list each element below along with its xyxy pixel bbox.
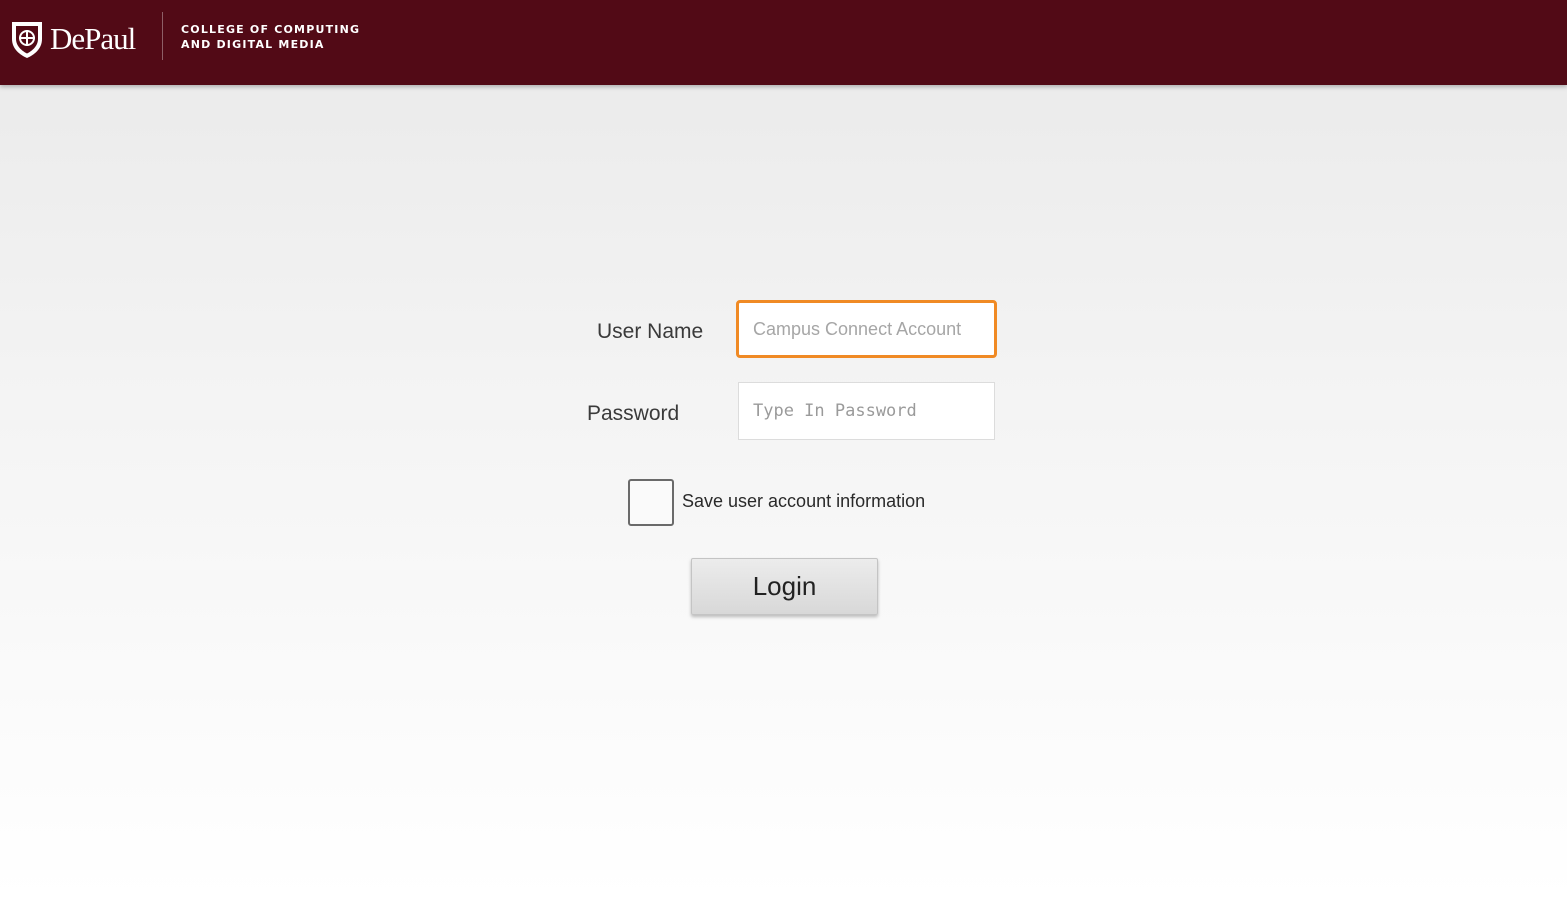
college-line-2: and Digital Media xyxy=(181,38,325,51)
password-input[interactable] xyxy=(738,382,995,440)
brand-name: DePaul xyxy=(50,21,136,56)
shield-icon xyxy=(12,22,42,58)
app-header: DePaul College of Computing and Digital … xyxy=(0,0,1567,85)
username-label: User Name xyxy=(597,320,704,343)
college-line-1: College of Computing xyxy=(181,23,361,36)
depaul-logo: DePaul xyxy=(10,18,136,60)
login-button[interactable]: Login xyxy=(691,558,878,615)
college-name: College of Computing and Digital Media xyxy=(181,22,360,52)
save-account-checkbox[interactable] xyxy=(628,479,674,526)
save-account-label[interactable]: Save user account information xyxy=(682,491,925,512)
username-input[interactable] xyxy=(736,300,997,358)
password-label: Password xyxy=(587,402,680,425)
header-divider xyxy=(162,12,163,60)
